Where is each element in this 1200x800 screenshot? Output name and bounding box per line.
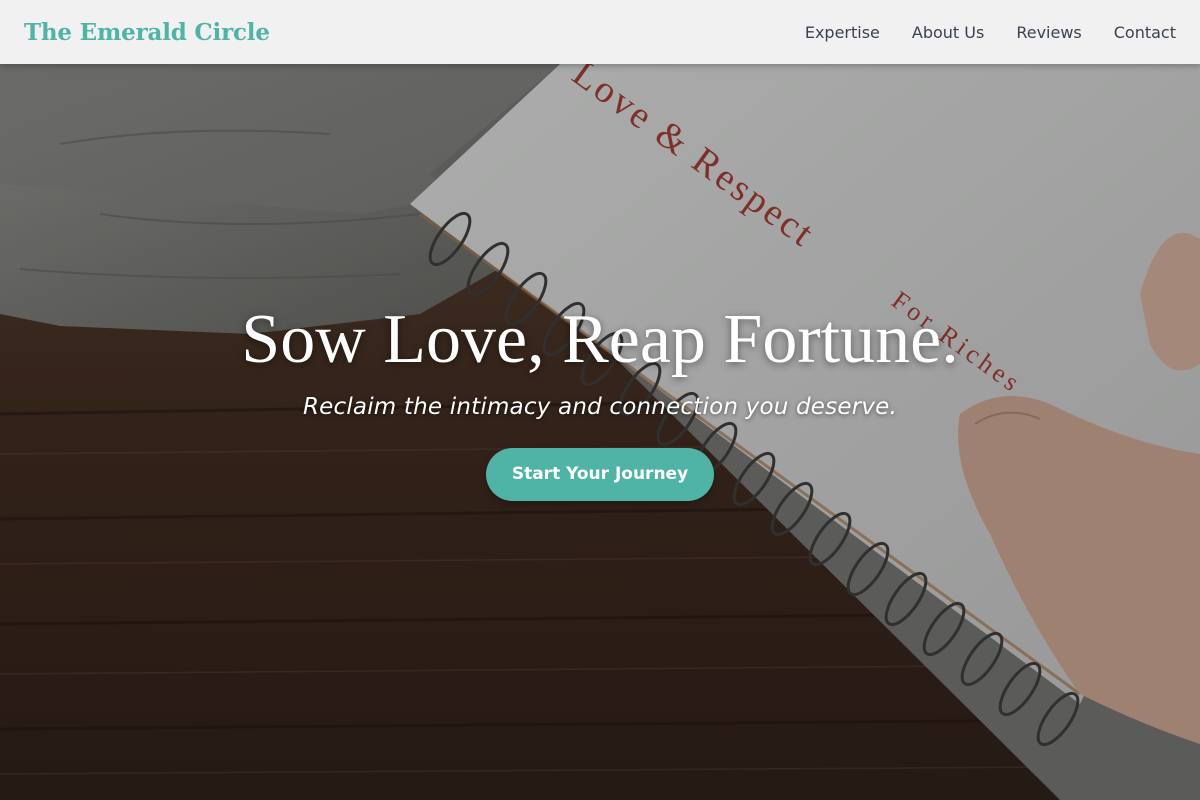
hero-content: Sow Love, Reap Fortune. Reclaim the inti… xyxy=(0,300,1200,501)
main-nav: Expertise About Us Reviews Contact xyxy=(805,23,1176,42)
brand-logo[interactable]: The Emerald Circle xyxy=(24,19,270,46)
site-header: The Emerald Circle Expertise About Us Re… xyxy=(0,0,1200,64)
nav-link-reviews[interactable]: Reviews xyxy=(1016,23,1081,42)
start-journey-button[interactable]: Start Your Journey xyxy=(486,448,714,501)
hero-section: Love & Respect For Riches Sow Love, Reap… xyxy=(0,64,1200,800)
nav-link-about-us[interactable]: About Us xyxy=(912,23,984,42)
hero-title: Sow Love, Reap Fortune. xyxy=(241,301,959,378)
hero-subtitle: Reclaim the intimacy and connection you … xyxy=(302,394,898,420)
nav-link-contact[interactable]: Contact xyxy=(1114,23,1176,42)
nav-link-expertise[interactable]: Expertise xyxy=(805,23,880,42)
